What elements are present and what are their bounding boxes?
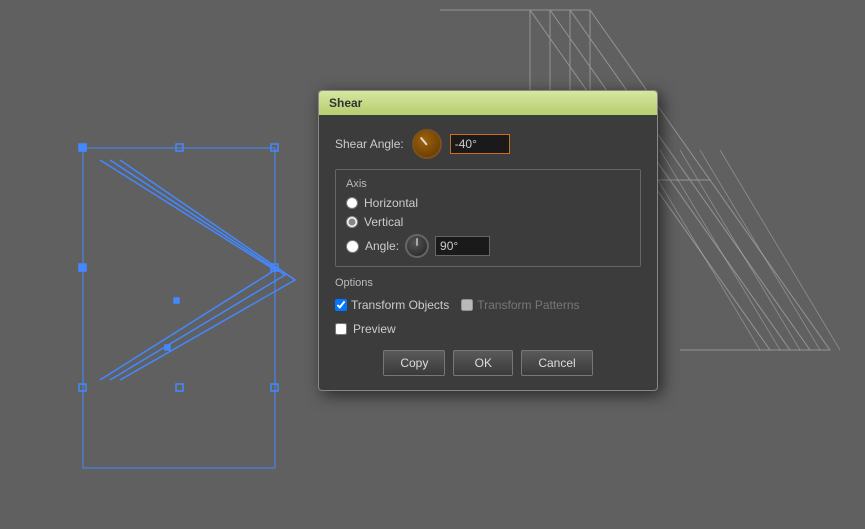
preview-checkbox[interactable]	[335, 323, 347, 335]
options-section: Options Transform Objects Transform Patt…	[335, 277, 641, 312]
options-title: Options	[335, 277, 641, 289]
preview-label[interactable]: Preview	[353, 322, 396, 336]
horizontal-label[interactable]: Horizontal	[364, 196, 418, 210]
vertical-label[interactable]: Vertical	[364, 215, 403, 229]
buttons-row: Copy OK Cancel	[335, 346, 641, 376]
ok-button[interactable]: OK	[453, 350, 513, 376]
angle-dial[interactable]	[405, 234, 429, 258]
copy-button[interactable]: Copy	[383, 350, 445, 376]
shear-dialog: Shear Shear Angle: Axis Horizontal Verti…	[318, 90, 658, 391]
horizontal-radio[interactable]	[346, 197, 358, 209]
axis-section-title: Axis	[346, 178, 630, 190]
transform-objects-item: Transform Objects	[335, 298, 449, 312]
transform-patterns-label[interactable]: Transform Patterns	[477, 298, 579, 312]
axis-section: Axis Horizontal Vertical Angle:	[335, 169, 641, 267]
dialog-titlebar: Shear	[319, 91, 657, 115]
cancel-button[interactable]: Cancel	[521, 350, 592, 376]
angle-radio[interactable]	[346, 240, 359, 253]
angle-dial-indicator	[416, 238, 418, 246]
angle-label[interactable]: Angle:	[365, 239, 399, 253]
dialog-title: Shear	[329, 96, 362, 110]
preview-row: Preview	[335, 322, 641, 336]
transform-objects-checkbox[interactable]	[335, 299, 347, 311]
options-checkbox-row: Transform Objects Transform Patterns	[335, 298, 641, 312]
vertical-radio[interactable]	[346, 216, 358, 228]
shear-angle-row: Shear Angle:	[335, 129, 641, 159]
angle-radio-row: Angle:	[346, 234, 630, 258]
transform-objects-label[interactable]: Transform Objects	[351, 298, 449, 312]
dialog-body: Shear Angle: Axis Horizontal Vertical An…	[319, 115, 657, 390]
transform-patterns-item: Transform Patterns	[461, 298, 579, 312]
dial-indicator	[420, 137, 428, 146]
shear-dial[interactable]	[412, 129, 442, 159]
vertical-radio-row: Vertical	[346, 215, 630, 229]
transform-patterns-checkbox[interactable]	[461, 299, 473, 311]
shear-angle-label: Shear Angle:	[335, 137, 404, 151]
angle-input[interactable]	[435, 236, 490, 256]
horizontal-radio-row: Horizontal	[346, 196, 630, 210]
shear-angle-input[interactable]	[450, 134, 510, 154]
